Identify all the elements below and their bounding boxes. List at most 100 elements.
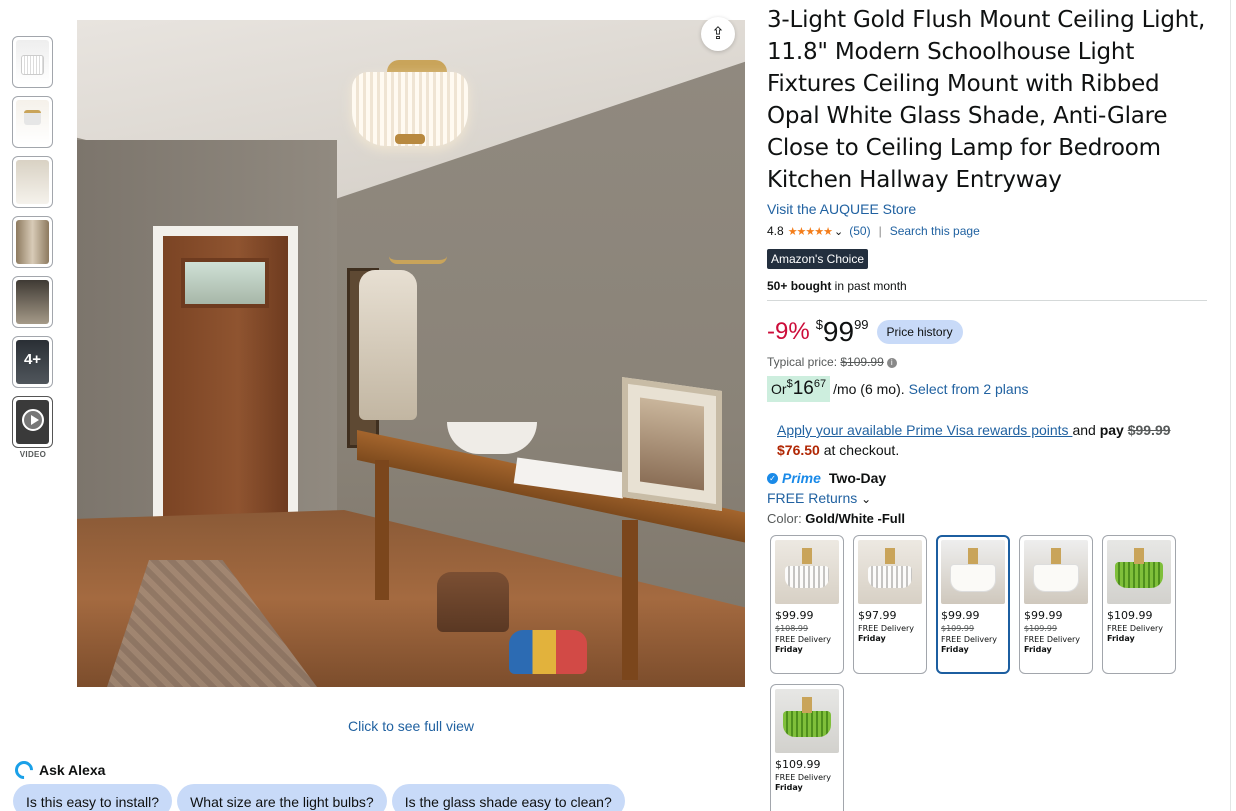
bought-count: 50+ bought in past month — [767, 279, 1207, 293]
swatch-image — [1107, 540, 1171, 604]
image-door-window — [181, 258, 269, 308]
color-value: Gold/White -Full — [805, 511, 905, 526]
color-swatches: $99.99 $108.99 FREE Delivery Friday $97.… — [770, 535, 1180, 811]
swatch-delivery-day: Friday — [775, 783, 803, 792]
monthly-suffix: /mo (6 mo). — [833, 381, 905, 397]
swatch-price: $109.99 — [775, 758, 821, 771]
separator: | — [878, 224, 882, 238]
select-plans-link[interactable]: Select from 2 plans — [909, 381, 1029, 397]
discount-percent: -9% — [767, 318, 810, 345]
swatch-delivery: FREE Delivery — [775, 635, 832, 644]
thumbnail-3[interactable] — [12, 156, 53, 208]
prime-visa-and: and — [1072, 422, 1100, 438]
swatch-delivery-day: Friday — [858, 634, 886, 643]
image-table-leg — [375, 460, 389, 600]
main-product-image[interactable] — [77, 20, 745, 687]
thumbnail-5[interactable] — [12, 276, 53, 328]
rating-row: 4.8 ★★★★★ ⌄ (50) | Search this page — [767, 223, 1207, 239]
swatch-delivery-day: Friday — [1107, 634, 1135, 643]
alexa-question-chip[interactable]: What size are the light bulbs? — [177, 784, 387, 811]
prime-visa-tail: at checkout. — [819, 442, 900, 458]
swatch-delivery: FREE Delivery — [775, 773, 832, 782]
typical-price: Typical price: $109.99 i — [767, 355, 1207, 369]
prime-visa-old-price: $99.99 — [1127, 422, 1171, 438]
thumbnail-2[interactable] — [12, 96, 53, 148]
image-lamp-cap — [395, 134, 425, 144]
price-currency: $ — [815, 317, 823, 332]
price-fraction: 99 — [854, 317, 869, 332]
swatch-price: $109.99 — [1107, 609, 1153, 622]
thumbnail-image — [16, 160, 49, 204]
swatch-image — [1024, 540, 1088, 604]
alexa-question-chip[interactable]: Is the glass shade easy to clean? — [391, 784, 625, 811]
swatch-delivery: FREE Delivery — [858, 624, 915, 633]
color-swatch[interactable]: $97.99 FREE Delivery Friday — [853, 535, 927, 674]
swatch-strike-price: $109.99 — [941, 624, 975, 633]
swatch-delivery-day: Friday — [1024, 645, 1052, 654]
free-returns-label: FREE Returns — [767, 490, 858, 506]
monthly-fraction: 67 — [813, 378, 827, 390]
color-swatch-selected[interactable]: $99.99 $109.99 FREE Delivery Friday — [936, 535, 1010, 674]
more-count: 4+ — [23, 351, 42, 368]
store-link[interactable]: Visit the AUQUEE Store — [767, 201, 1207, 217]
divider — [767, 300, 1207, 301]
alexa-question-chips: Is this easy to install? What size are t… — [13, 784, 625, 811]
thumbnail-image — [16, 100, 49, 144]
thumbnail-4[interactable] — [12, 216, 53, 268]
swatch-price: $97.99 — [858, 609, 897, 622]
bought-count-bold: 50+ bought — [767, 279, 832, 293]
color-swatch[interactable]: $109.99 FREE Delivery Friday — [1102, 535, 1176, 674]
image-photo-frame — [622, 376, 722, 512]
swatch-delivery-day: Friday — [941, 645, 969, 654]
color-swatch[interactable]: $99.99 $108.99 FREE Delivery Friday — [770, 535, 844, 674]
image-table-leg — [622, 520, 638, 680]
image-hooks — [389, 242, 447, 264]
price-whole: 99 — [822, 316, 855, 347]
swatch-image — [941, 540, 1005, 604]
image-lamp-base — [387, 60, 447, 72]
chevron-down-icon: ⌄ — [861, 492, 872, 506]
play-icon — [22, 409, 44, 431]
image-coat — [359, 270, 417, 420]
ask-alexa-header: Ask Alexa — [11, 757, 106, 783]
amazons-choice-badge[interactable]: Amazon's Choice — [767, 249, 868, 269]
swatch-strike-price: $108.99 — [775, 624, 809, 633]
star-rating-icon[interactable]: ★★★★★ — [788, 225, 833, 238]
thumbnail-image — [16, 280, 49, 324]
image-sneakers — [509, 630, 587, 674]
thumbnail-more[interactable]: 4+ — [12, 336, 53, 388]
thumbnail-1[interactable] — [12, 36, 53, 88]
share-icon[interactable]: ⇪ — [701, 17, 735, 51]
review-count-link[interactable]: (50) — [849, 224, 870, 238]
info-icon[interactable]: i — [886, 357, 897, 368]
search-this-page-link[interactable]: Search this page — [890, 224, 980, 238]
price: $ 99 99 — [816, 316, 869, 348]
product-title: 3-Light Gold Flush Mount Ceiling Light, … — [767, 7, 1206, 193]
swatch-delivery-day: Friday — [775, 645, 803, 654]
product-details: 3-Light Gold Flush Mount Ceiling Light, … — [767, 4, 1207, 526]
alexa-icon — [11, 757, 37, 783]
thumbnail-strip: 4+ — [12, 36, 54, 456]
swatch-delivery: FREE Delivery — [941, 635, 998, 644]
monthly-price-highlight: Or $ 16 67 — [767, 376, 831, 402]
thumbnail-video[interactable] — [12, 396, 53, 448]
prime-visa-link[interactable]: Apply your available Prime Visa rewards … — [777, 422, 1072, 438]
color-swatch[interactable]: $99.99 $109.99 FREE Delivery Friday — [1019, 535, 1093, 674]
price-history-button[interactable]: Price history — [876, 320, 963, 344]
typical-price-label: Typical price: — [767, 355, 841, 369]
typical-price-value: $109.99 — [840, 355, 884, 369]
swatch-delivery: FREE Delivery — [1024, 635, 1081, 644]
two-day-label: Two-Day — [828, 470, 887, 486]
color-swatch[interactable]: $109.99 FREE Delivery Friday — [770, 684, 844, 811]
swatch-strike-price: $109.99 — [1024, 624, 1058, 633]
prime-delivery: ✓ Prime Two-Day — [767, 470, 1207, 486]
prime-logo: Prime — [782, 470, 821, 486]
monthly-whole: 16 — [792, 378, 814, 399]
monthly-payment: Or $ 16 67 /mo (6 mo). Select from 2 pla… — [767, 376, 1207, 402]
alexa-question-chip[interactable]: Is this easy to install? — [13, 784, 173, 811]
ask-alexa-title: Ask Alexa — [39, 762, 106, 778]
free-returns-link[interactable]: FREE Returns ⌄ — [767, 490, 1207, 506]
swatch-price: $99.99 — [941, 609, 980, 622]
chevron-down-icon[interactable]: ⌄ — [834, 225, 843, 238]
full-view-link[interactable]: Click to see full view — [77, 718, 745, 734]
